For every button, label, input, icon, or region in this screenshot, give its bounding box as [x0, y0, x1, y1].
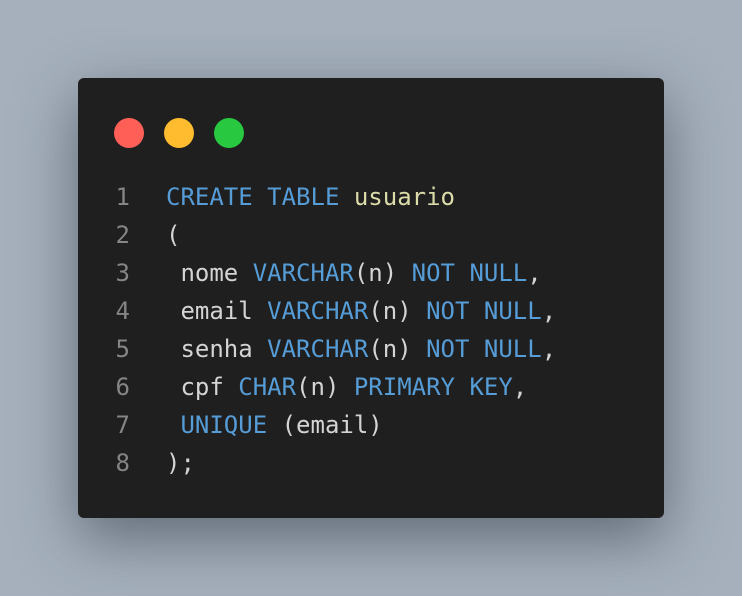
- code-text: (n): [368, 335, 427, 363]
- line-content: senha VARCHAR(n) NOT NULL,: [166, 335, 556, 363]
- line-number: 6: [115, 373, 130, 401]
- window-controls: [114, 118, 244, 148]
- line-content: email VARCHAR(n) NOT NULL,: [166, 297, 556, 325]
- code-line: 4 email VARCHAR(n) NOT NULL,: [78, 292, 664, 330]
- minimize-button[interactable]: [164, 118, 194, 148]
- code-text: ,: [527, 259, 542, 287]
- code-text: );: [166, 449, 195, 477]
- code-line: 2 (: [78, 216, 664, 254]
- table-name: usuario: [353, 183, 455, 211]
- code-window: 1 CREATE TABLE usuario 2 ( 3 nome VARCHA…: [78, 78, 664, 518]
- maximize-button[interactable]: [214, 118, 244, 148]
- sql-keyword: CREATE TABLE: [166, 183, 340, 211]
- column-name: senha: [166, 335, 268, 363]
- line-number: 1: [115, 183, 130, 211]
- line-number: 8: [115, 449, 130, 477]
- column-name: cpf: [166, 373, 239, 401]
- code-line: 1 CREATE TABLE usuario: [78, 178, 664, 216]
- column-name: email: [166, 297, 268, 325]
- code-line: 5 senha VARCHAR(n) NOT NULL,: [78, 330, 664, 368]
- sql-keyword: VARCHAR: [267, 297, 369, 325]
- sql-keyword: NOT NULL: [426, 297, 542, 325]
- line-number: 5: [115, 335, 130, 363]
- line-content: cpf CHAR(n) PRIMARY KEY,: [166, 373, 527, 401]
- close-button[interactable]: [114, 118, 144, 148]
- line-number: 7: [115, 411, 130, 439]
- line-content: UNIQUE (email): [166, 411, 383, 439]
- code-text: (n): [353, 259, 412, 287]
- line-number: 3: [115, 259, 130, 287]
- line-content: nome VARCHAR(n) NOT NULL,: [166, 259, 542, 287]
- code-text: ,: [512, 373, 528, 401]
- code-line: 3 nome VARCHAR(n) NOT NULL,: [78, 254, 664, 292]
- sql-keyword: NOT NULL: [426, 335, 542, 363]
- sql-keyword: PRIMARY KEY: [353, 373, 513, 401]
- sql-keyword: NOT NULL: [411, 259, 528, 287]
- sql-keyword: UNIQUE: [180, 411, 268, 439]
- code-text: (n): [368, 297, 427, 325]
- code-line: 6 cpf CHAR(n) PRIMARY KEY,: [78, 368, 664, 406]
- line-content: CREATE TABLE usuario: [166, 183, 455, 211]
- sql-keyword: VARCHAR: [252, 259, 354, 287]
- column-name: nome: [166, 259, 253, 287]
- line-content: );: [166, 449, 195, 477]
- sql-keyword: CHAR: [238, 373, 297, 401]
- sql-keyword: VARCHAR: [267, 335, 369, 363]
- code-text: (n): [296, 373, 354, 401]
- line-content: (: [166, 221, 180, 249]
- line-number: 2: [115, 221, 130, 249]
- code-text: (email): [267, 411, 383, 439]
- code-text: (: [166, 221, 181, 249]
- code-block: 1 CREATE TABLE usuario 2 ( 3 nome VARCHA…: [78, 178, 664, 482]
- code-line: 8 );: [78, 444, 664, 482]
- code-text: ,: [541, 297, 557, 325]
- line-number: 4: [115, 297, 130, 325]
- code-text: ,: [541, 335, 557, 363]
- code-line: 7 UNIQUE (email): [78, 406, 664, 444]
